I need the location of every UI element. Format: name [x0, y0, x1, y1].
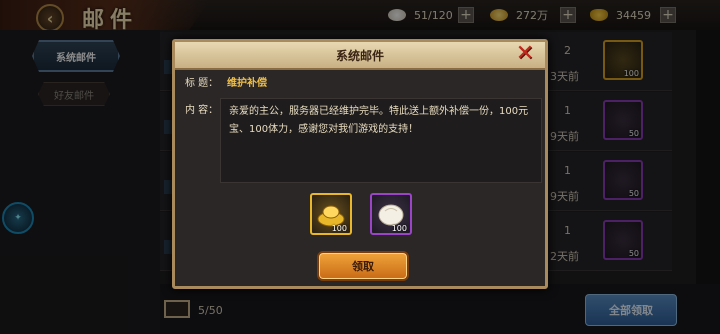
dialog-title: 系统邮件	[335, 49, 384, 63]
dialog-header: 系统邮件 ✕	[175, 42, 545, 70]
subject-value: 维护补偿	[227, 78, 267, 89]
reward-bun-icon[interactable]: 100	[370, 193, 412, 235]
reward-quantity: 100	[391, 224, 407, 233]
mail-detail-dialog: 系统邮件 ✕ 标 题： 维护补偿 内 容： 亲爱的主公，服务器已经维护完毕。特此…	[172, 39, 548, 289]
reward-quantity: 100	[331, 224, 347, 233]
claim-button[interactable]: 领取	[317, 251, 409, 281]
content-label: 内 容：	[185, 105, 219, 116]
reward-yuanbao-icon[interactable]: 100	[310, 193, 352, 235]
subject-label: 标 题：	[185, 78, 219, 89]
close-icon[interactable]: ✕	[513, 43, 537, 65]
content-box: 亲爱的主公，服务器已经维护完毕。特此送上额外补偿一份，100元宝、100体力，感…	[220, 98, 542, 183]
content-text: 亲爱的主公，服务器已经维护完毕。特此送上额外补偿一份，100元宝、100体力，感…	[229, 106, 529, 135]
